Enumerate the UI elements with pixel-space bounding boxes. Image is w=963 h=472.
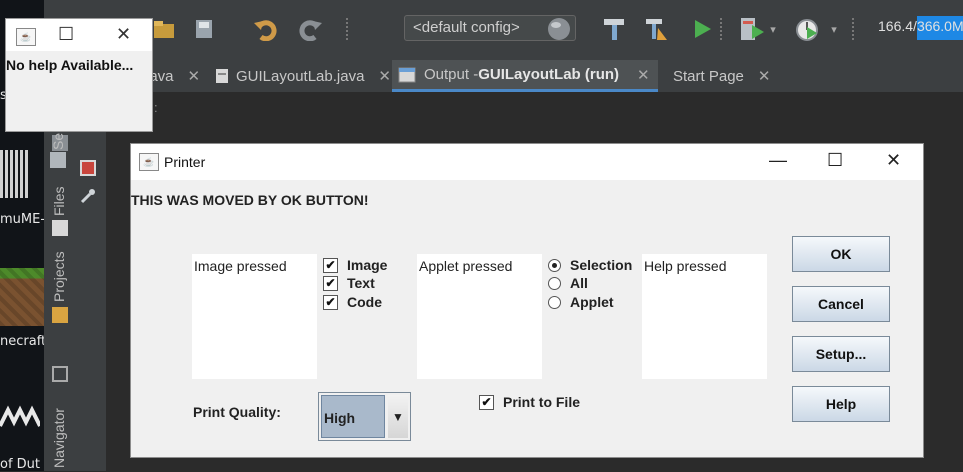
radio-applet[interactable]: Applet xyxy=(548,294,614,310)
print-quality-select[interactable]: High ▼ xyxy=(318,392,411,441)
debug-dropdown-icon[interactable]: ▾ xyxy=(766,14,780,44)
help-window: ☕ ☐ ✕ No help Available... xyxy=(5,18,153,132)
close-icon[interactable]: ✕ xyxy=(886,150,901,171)
dialog-title: Printer xyxy=(164,154,206,170)
checkbox-label: Image xyxy=(347,257,388,273)
desktop-label-minecraft[interactable]: necraft xyxy=(0,334,46,349)
close-icon[interactable]: ✕ xyxy=(637,66,650,84)
ok-button[interactable]: OK xyxy=(792,236,890,272)
memory-indicator[interactable]: 166.4/366.0M xyxy=(878,16,963,40)
radio-selected-dot xyxy=(548,258,561,272)
output-window-icon xyxy=(398,67,416,82)
checkbox-print-to-file[interactable]: ✔ Print to File xyxy=(479,394,580,410)
setup-button[interactable]: Setup... xyxy=(792,336,890,372)
java-file-icon xyxy=(216,69,228,83)
close-icon[interactable]: ✕ xyxy=(116,24,131,45)
close-icon[interactable]: ✕ xyxy=(758,67,771,85)
checkbox-label: Code xyxy=(347,294,382,310)
emulator-app-icon[interactable] xyxy=(0,150,30,198)
tab-start-page[interactable]: Start Page ✕ xyxy=(673,60,770,92)
globe-icon[interactable] xyxy=(544,14,574,44)
sidebar-tab-projects[interactable]: Projects xyxy=(51,251,67,302)
tab-output[interactable]: Output - GUILayoutLab (run) ✕ xyxy=(392,60,658,92)
radio-label: All xyxy=(570,275,588,291)
tools-icon[interactable] xyxy=(80,188,96,204)
sidebar-tab-navigator[interactable]: Navigator xyxy=(51,408,67,468)
files-icon xyxy=(52,220,68,236)
open-project-icon[interactable] xyxy=(149,14,179,44)
help-text-area[interactable]: Help pressed xyxy=(642,254,767,379)
close-icon[interactable]: ✕ xyxy=(378,67,391,85)
tab-label: Start Page xyxy=(673,67,744,85)
desktop-label-emulator[interactable]: muME- xyxy=(0,212,45,227)
toolbar-separator xyxy=(346,18,350,40)
toolbar-separator xyxy=(852,18,856,40)
checkbox-label: Print to File xyxy=(503,394,580,410)
applet-text-area[interactable]: Applet pressed xyxy=(417,254,542,379)
projects-icon xyxy=(52,307,68,323)
help-button[interactable]: Help xyxy=(792,386,890,422)
radio-label: Selection xyxy=(570,257,633,273)
tab-label: GUILayoutLab.java xyxy=(236,67,365,85)
printer-dialog: ☕ Printer — ☐ ✕ THIS WAS MOVED BY OK BUT… xyxy=(130,143,924,458)
checkbox-code-box: ✔ xyxy=(323,294,338,310)
undo-icon[interactable] xyxy=(251,14,281,44)
printer-titlebar[interactable]: ☕ Printer — ☐ ✕ xyxy=(131,144,923,180)
maximize-icon[interactable]: ☐ xyxy=(827,150,843,171)
checkbox-image[interactable]: ✔ Image xyxy=(323,257,387,273)
help-message: No help Available... xyxy=(6,57,134,73)
build-hammer-icon[interactable] xyxy=(599,14,629,44)
stop-icon[interactable] xyxy=(80,160,96,176)
services-panel-icon xyxy=(50,152,66,168)
tab-label-prefix: Output - xyxy=(424,66,479,83)
redo-icon[interactable] xyxy=(295,14,325,44)
radio-dot xyxy=(548,276,561,290)
checkbox-text-box: ✔ xyxy=(323,275,338,291)
close-icon[interactable]: ✕ xyxy=(188,67,201,85)
profile-icon[interactable] xyxy=(794,14,824,44)
minimize-icon[interactable]: — xyxy=(769,150,787,171)
image-text-area[interactable]: Image pressed xyxy=(192,254,317,379)
memory-total: 366.0M xyxy=(916,16,963,40)
run-icon[interactable] xyxy=(687,14,717,44)
editor-tabs: java ✕ GUILayoutLab.java ✕ Output - GUIL… xyxy=(130,60,963,93)
output-text: : xyxy=(154,100,158,115)
desktop-label-duty[interactable]: of Dut xyxy=(0,457,40,472)
config-select-value: <default config> xyxy=(413,19,520,36)
sidebar-tab-files[interactable]: Files xyxy=(51,186,67,216)
game-app-icon[interactable] xyxy=(0,404,40,430)
chevron-down-icon[interactable]: ▼ xyxy=(388,395,408,438)
checkbox-label: Text xyxy=(347,275,375,291)
checkbox-text[interactable]: ✔ Text xyxy=(323,275,375,291)
radio-selection[interactable]: Selection xyxy=(548,257,632,273)
print-quality-label: Print Quality: xyxy=(193,404,281,420)
tab-java[interactable]: java ✕ xyxy=(146,60,200,92)
cancel-button[interactable]: Cancel xyxy=(792,286,890,322)
tab-label-bold: GUILayoutLab (run) xyxy=(478,66,620,83)
help-window-titlebar[interactable]: ☕ ☐ ✕ xyxy=(6,19,152,51)
clean-build-icon[interactable] xyxy=(641,14,671,44)
radio-dot xyxy=(548,295,561,309)
checkbox-print-to-file-box: ✔ xyxy=(479,394,494,410)
save-all-icon[interactable] xyxy=(189,14,219,44)
restore-panel-icon[interactable] xyxy=(52,366,68,382)
radio-label: Applet xyxy=(570,294,614,310)
checkbox-code[interactable]: ✔ Code xyxy=(323,294,382,310)
moved-message: THIS WAS MOVED BY OK BUTTON! xyxy=(131,192,369,208)
radio-all[interactable]: All xyxy=(548,275,588,291)
ide-toolbar: <default config> ⌄ ▾ ▾ 166.4/366.0M xyxy=(44,0,963,60)
debug-icon[interactable] xyxy=(737,14,767,44)
minecraft-app-icon[interactable] xyxy=(0,268,44,326)
print-quality-value: High xyxy=(321,395,385,438)
memory-used: 166.4/ xyxy=(878,18,917,34)
java-app-icon: ☕ xyxy=(139,153,159,171)
checkbox-image-box: ✔ xyxy=(323,257,338,273)
sidebar-tab-services[interactable]: Se xyxy=(50,133,66,150)
tab-guilayoutlab-java[interactable]: GUILayoutLab.java ✕ xyxy=(214,60,391,92)
java-app-icon: ☕ xyxy=(16,28,36,46)
profile-dropdown-icon[interactable]: ▾ xyxy=(827,14,841,44)
maximize-icon[interactable]: ☐ xyxy=(58,24,74,45)
toolbar-separator xyxy=(720,18,724,40)
